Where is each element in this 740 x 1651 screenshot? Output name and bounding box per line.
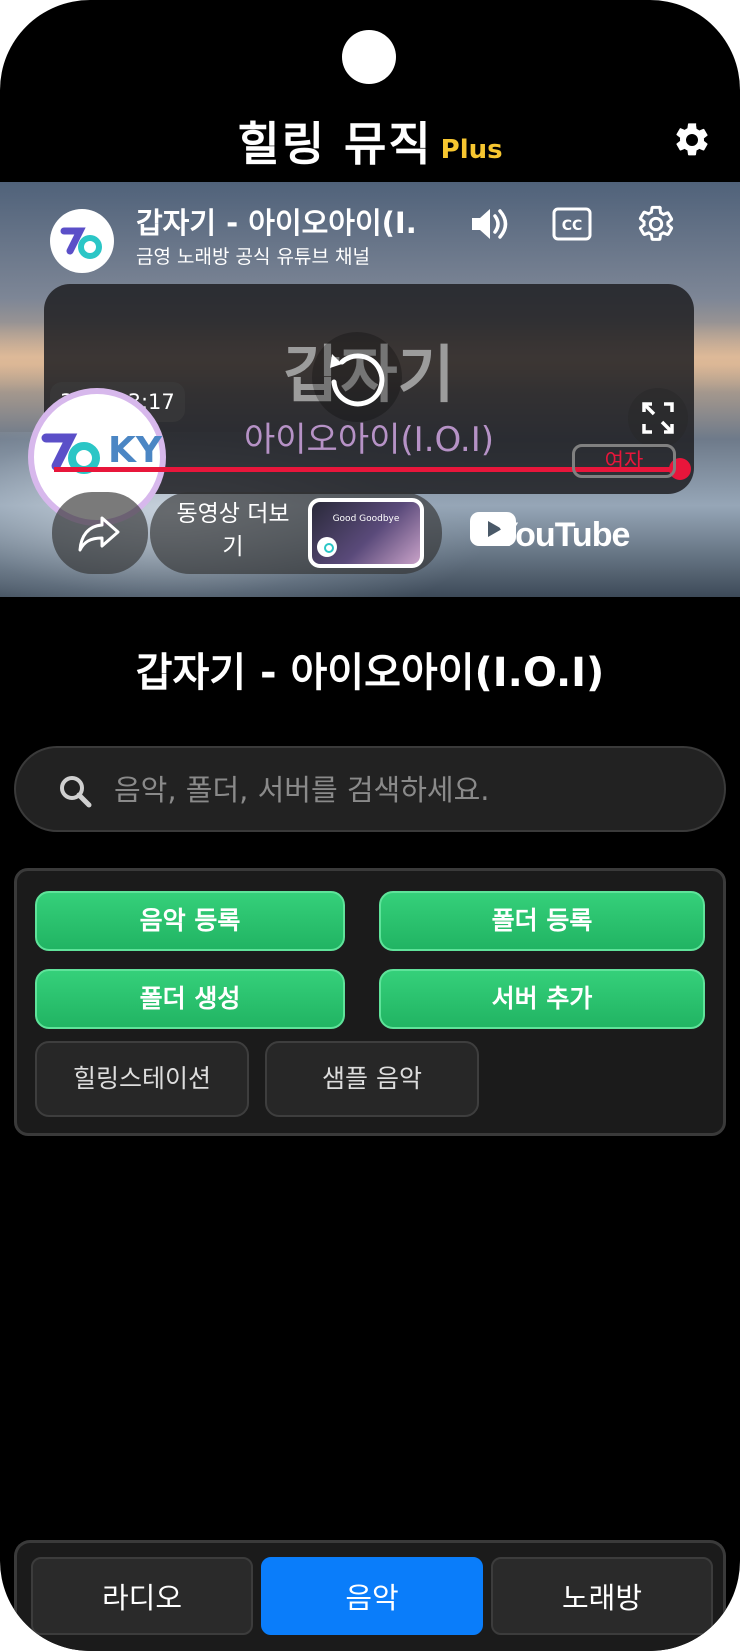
video-thumbnail[interactable]: Good Goodbye [308, 498, 424, 568]
app-title: 힐링 뮤직 Plus [0, 108, 740, 174]
channel-logo-mark-icon [52, 211, 112, 271]
front-camera [342, 30, 396, 84]
more-videos-label: 동영상 더보기 [176, 501, 290, 560]
thumbnail-logo-icon [317, 537, 337, 557]
add-server-button[interactable]: 서버 추가 [379, 969, 705, 1029]
video-title[interactable]: 갑자기 - 아이오아이(I.O.I) [136, 200, 418, 240]
search-icon [60, 776, 92, 808]
share-icon [78, 516, 120, 552]
create-folder-button[interactable]: 폴더 생성 [35, 969, 345, 1029]
vocal-tag: 여자 [572, 444, 676, 478]
register-music-button[interactable]: 음악 등록 [35, 891, 345, 951]
fullscreen-button[interactable] [628, 388, 688, 448]
video-player[interactable]: 갑자기 - 아이오아이(I.O.I) 금영 노래방 공식 유튜브 채널 CC 갑… [0, 182, 740, 597]
captions-icon[interactable]: CC [552, 206, 592, 242]
tab-radio[interactable]: 라디오 [31, 1557, 253, 1635]
plus-label: Plus [440, 135, 503, 165]
svg-text:CC: CC [562, 218, 583, 234]
thumbnail-title: Good Goodbye [332, 514, 400, 524]
ky-text: KY [108, 430, 162, 471]
volume-icon[interactable] [466, 204, 512, 244]
replay-button[interactable] [312, 332, 402, 422]
tab-music[interactable]: 음악 [261, 1557, 483, 1635]
phone-frame: 힐링 뮤직Plus 갑자기 - 아이오아이(I.O.I) 금영 노래방 공식 유… [0, 0, 740, 1651]
now-playing-title: 갑자기 - 아이오아이(I.O.I) [135, 650, 605, 696]
replay-icon [330, 353, 385, 407]
search-bar[interactable] [14, 746, 726, 832]
search-input[interactable] [114, 766, 694, 814]
healing-station-button[interactable]: 힐링스테이션 [35, 1041, 249, 1117]
channel-logo[interactable] [50, 209, 114, 273]
youtube-wordmark[interactable]: YouTube [496, 516, 630, 555]
share-button[interactable] [52, 492, 148, 574]
register-folder-button[interactable]: 폴더 등록 [379, 891, 705, 951]
tab-karaoke[interactable]: 노래방 [491, 1557, 713, 1635]
app-title-text: 힐링 뮤직 [237, 117, 433, 171]
player-settings-icon[interactable] [636, 204, 676, 244]
sample-music-button[interactable]: 샘플 음악 [265, 1041, 479, 1117]
channel-name[interactable]: 금영 노래방 공식 유튜브 채널 [136, 242, 370, 269]
fullscreen-icon [642, 402, 674, 434]
ky-logo-mark-icon [41, 433, 100, 474]
action-panel: 음악 등록 폴더 등록 폴더 생성 서버 추가 힐링스테이션 샘플 음악 [14, 868, 726, 1136]
gear-icon[interactable] [672, 120, 712, 160]
bottom-navigation: 라디오 음악 노래방 [14, 1540, 726, 1651]
more-videos-button[interactable]: 동영상 더보기 Good Goodbye [150, 492, 442, 574]
